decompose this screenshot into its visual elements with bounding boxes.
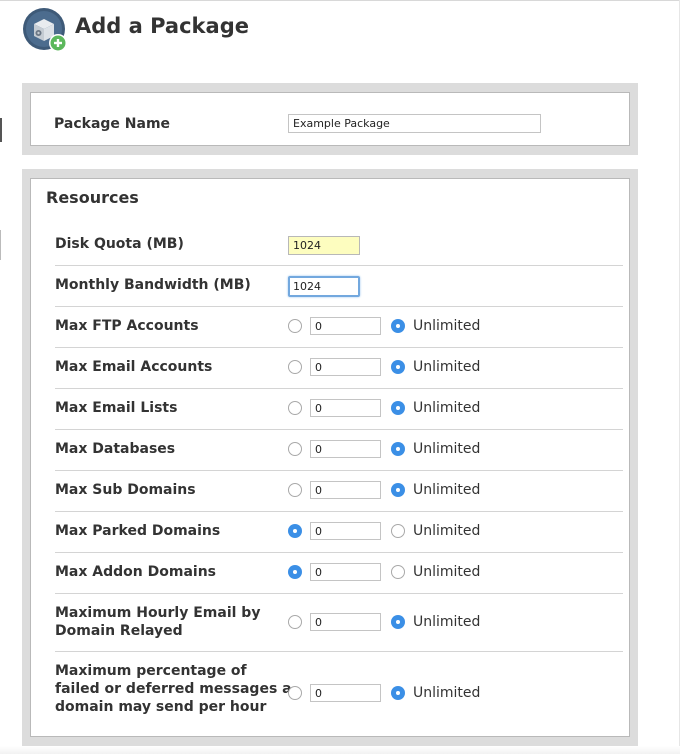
max-hourly-email-relayed-value-radio[interactable] [288, 615, 302, 629]
add-package-page: Add a Package Package Name Resources Dis… [0, 0, 680, 754]
max-parked-domains-unlimited-radio[interactable] [391, 524, 405, 538]
resources-heading: Resources [46, 188, 139, 207]
max-sub-domains-row: Max Sub Domains Unlimited [55, 471, 623, 512]
max-email-lists-unlimited-label[interactable]: Unlimited [413, 399, 480, 417]
max-databases-value-radio[interactable] [288, 442, 302, 456]
disk-quota-input[interactable] [288, 236, 360, 255]
max-email-accounts-row: Max Email Accounts Unlimited [55, 348, 623, 389]
max-failed-deferred-percentage-value-radio[interactable] [288, 686, 302, 700]
max-hourly-email-relayed-label-line: Maximum Hourly Email by [55, 605, 261, 621]
package-name-input[interactable] [288, 114, 541, 133]
max-ftp-accounts-label: Max FTP Accounts [55, 318, 199, 334]
max-addon-domains-value-radio[interactable] [288, 565, 302, 579]
bottom-shadow [0, 746, 680, 754]
max-failed-deferred-percentage-unlimited-label[interactable]: Unlimited [413, 684, 480, 702]
max-hourly-email-relayed-label-line: Domain Relayed [55, 623, 183, 639]
max-sub-domains-input[interactable] [310, 481, 381, 499]
disk-quota-row: Disk Quota (MB) [55, 225, 623, 266]
page-header: Add a Package [22, 6, 249, 54]
max-ftp-accounts-input[interactable] [310, 317, 381, 335]
max-ftp-accounts-unlimited-radio[interactable] [391, 319, 405, 333]
max-failed-deferred-percentage-label-line: domain may send per hour [55, 699, 267, 715]
max-email-lists-row: Max Email Lists Unlimited [55, 389, 623, 430]
max-email-lists-label: Max Email Lists [55, 400, 178, 416]
max-databases-input[interactable] [310, 440, 381, 458]
package-name-section: Package Name [30, 92, 630, 146]
max-sub-domains-unlimited-label[interactable]: Unlimited [413, 481, 480, 499]
max-parked-domains-value-radio[interactable] [288, 524, 302, 538]
max-sub-domains-label: Max Sub Domains [55, 482, 196, 498]
top-border [0, 0, 680, 1]
disk-quota-label: Disk Quota (MB) [55, 236, 184, 252]
max-email-accounts-value-radio[interactable] [288, 360, 302, 374]
max-failed-deferred-percentage-label-line: Maximum percentage of [55, 663, 247, 679]
max-databases-unlimited-label[interactable]: Unlimited [413, 440, 480, 458]
max-addon-domains-row: Max Addon Domains Unlimited [55, 553, 623, 594]
max-failed-deferred-percentage-row: Maximum percentage of failed or deferred … [55, 652, 623, 736]
monthly-bandwidth-row: Monthly Bandwidth (MB) [55, 266, 623, 307]
max-hourly-email-relayed-row: Maximum Hourly Email by Domain Relayed Unl… [55, 594, 623, 652]
max-hourly-email-relayed-label: Maximum Hourly Email by Domain Relayed [55, 604, 260, 640]
max-databases-row: Max Databases Unlimited [55, 430, 623, 471]
resources-panel: Resources Disk Quota (MB) Monthly Bandwi… [22, 169, 638, 746]
max-sub-domains-unlimited-radio[interactable] [391, 483, 405, 497]
max-addon-domains-input[interactable] [310, 563, 381, 581]
max-email-accounts-unlimited-radio[interactable] [391, 360, 405, 374]
max-email-accounts-label: Max Email Accounts [55, 359, 213, 375]
max-email-lists-value-radio[interactable] [288, 401, 302, 415]
monthly-bandwidth-label: Monthly Bandwidth (MB) [55, 277, 251, 293]
max-hourly-email-relayed-unlimited-radio[interactable] [391, 615, 405, 629]
max-failed-deferred-percentage-unlimited-radio[interactable] [391, 686, 405, 700]
max-parked-domains-input[interactable] [310, 522, 381, 540]
max-databases-unlimited-radio[interactable] [391, 442, 405, 456]
max-hourly-email-relayed-input[interactable] [310, 613, 381, 631]
max-hourly-email-relayed-unlimited-label[interactable]: Unlimited [413, 613, 480, 631]
max-addon-domains-unlimited-radio[interactable] [391, 565, 405, 579]
package-name-panel: Package Name [22, 83, 638, 155]
left-edge-mark [0, 230, 1, 260]
resources-section: Resources Disk Quota (MB) Monthly Bandwi… [30, 178, 630, 737]
max-sub-domains-value-radio[interactable] [288, 483, 302, 497]
max-email-lists-unlimited-radio[interactable] [391, 401, 405, 415]
left-edge-mark [0, 118, 2, 142]
max-addon-domains-unlimited-label[interactable]: Unlimited [413, 563, 480, 581]
max-ftp-accounts-unlimited-label[interactable]: Unlimited [413, 317, 480, 335]
max-email-lists-input[interactable] [310, 399, 381, 417]
package-add-icon [22, 7, 68, 53]
page-title: Add a Package [75, 14, 249, 38]
monthly-bandwidth-input[interactable] [288, 276, 360, 297]
package-name-label: Package Name [54, 116, 171, 132]
max-failed-deferred-percentage-label: Maximum percentage of failed or deferred … [55, 662, 292, 716]
max-failed-deferred-percentage-label-line: failed or deferred messages a [55, 681, 292, 697]
max-email-accounts-unlimited-label[interactable]: Unlimited [413, 358, 480, 376]
max-ftp-accounts-row: Max FTP Accounts Unlimited [55, 307, 623, 348]
max-ftp-accounts-value-radio[interactable] [288, 319, 302, 333]
max-email-accounts-input[interactable] [310, 358, 381, 376]
max-failed-deferred-percentage-input[interactable] [310, 684, 381, 702]
max-parked-domains-unlimited-label[interactable]: Unlimited [413, 522, 480, 540]
max-parked-domains-label: Max Parked Domains [55, 523, 221, 539]
max-addon-domains-label: Max Addon Domains [55, 564, 216, 580]
max-parked-domains-row: Max Parked Domains Unlimited [55, 512, 623, 553]
max-databases-label: Max Databases [55, 441, 176, 457]
